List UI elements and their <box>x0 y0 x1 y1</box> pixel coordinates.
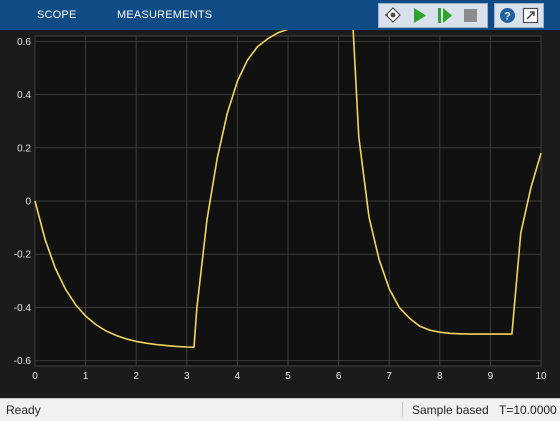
scope-toolbar: SCOPE MEASUREMENTS ? <box>0 0 560 30</box>
signal-plot[interactable]: 0 1 2 3 4 5 6 7 8 9 10 -0.6 -0.4 -0.2 0 0.2 0.4 0.6 <box>0 30 560 398</box>
y-tick-label: 0.6 <box>17 37 31 48</box>
x-tick-label: 0 <box>32 371 38 382</box>
highlight-simulink-block-icon <box>385 7 401 23</box>
step-forward-icon <box>438 8 452 23</box>
y-tick-label: -0.4 <box>14 303 32 314</box>
x-tick-label: 8 <box>437 371 443 382</box>
x-tick-label: 4 <box>235 371 241 382</box>
step-forward-button[interactable] <box>435 6 454 25</box>
window-controls: ? <box>494 3 544 28</box>
x-tick-label: 1 <box>83 371 89 382</box>
x-tick-label: 7 <box>386 371 392 382</box>
run-icon <box>414 8 426 23</box>
help-button[interactable]: ? <box>498 6 517 25</box>
undock-icon <box>522 7 539 24</box>
x-tick-label: 5 <box>285 371 291 382</box>
x-tick-label: 3 <box>184 371 190 382</box>
x-tick-label: 2 <box>133 371 139 382</box>
y-tick-label: -0.6 <box>14 356 32 367</box>
tab-measurements[interactable]: MEASUREMENTS <box>117 0 212 30</box>
svg-text:?: ? <box>504 11 511 23</box>
sample-mode: Sample based <box>412 403 489 417</box>
run-button[interactable] <box>410 6 429 25</box>
undock-button[interactable] <box>521 6 540 25</box>
status-ready: Ready <box>6 403 41 417</box>
x-tick-label: 9 <box>488 371 494 382</box>
x-tick-label: 10 <box>535 371 547 382</box>
simulation-controls <box>378 3 488 28</box>
y-tick-label: 0.2 <box>17 143 31 154</box>
simulation-time: T=10.0000 <box>499 403 557 417</box>
stop-icon <box>464 9 477 22</box>
y-tick-label: -0.2 <box>14 250 32 261</box>
stop-button[interactable] <box>461 6 480 25</box>
scope-display[interactable]: 0 1 2 3 4 5 6 7 8 9 10 -0.6 -0.4 -0.2 0 0.2 0.4 0.6 <box>0 30 560 398</box>
y-tick-label: 0 <box>25 197 31 208</box>
status-divider <box>402 402 403 418</box>
help-icon: ? <box>500 8 515 23</box>
y-tick-label: 0.4 <box>17 90 31 101</box>
highlight-simulink-block-button[interactable] <box>384 6 403 25</box>
tab-scope[interactable]: SCOPE <box>37 0 77 30</box>
status-bar: Ready Sample based T=10.0000 <box>0 398 560 421</box>
x-tick-label: 6 <box>336 371 342 382</box>
